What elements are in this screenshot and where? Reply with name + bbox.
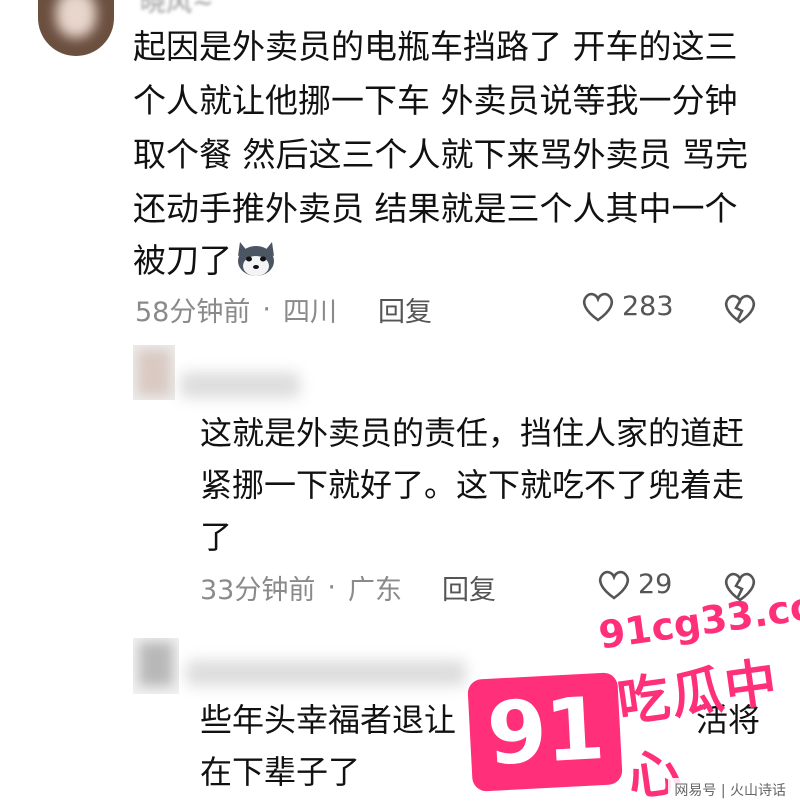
comment-line: 被刀了 (133, 241, 232, 280)
husky-emoji-icon (238, 242, 274, 276)
reply-button[interactable]: 回复 (442, 568, 496, 607)
reply-button[interactable]: 回复 (378, 290, 432, 329)
username[interactable]: 晓风~ (140, 0, 214, 19)
username-blurred (180, 372, 300, 398)
comment-meta: 58分钟前 · 四川 (135, 290, 337, 329)
comment-line: 些年头幸福者退让 (200, 701, 457, 739)
comment-line: 取个餐 然后这三个人就下来骂外卖员 骂完 (133, 135, 748, 174)
like-count: 283 (622, 290, 674, 322)
watermark-logo: 91 (467, 672, 623, 792)
comment-line: 个人就让他挪一下车 外卖员说等我一分钟 (133, 81, 738, 120)
comment-line: 在下辈子了 (200, 753, 361, 791)
heart-icon (582, 292, 614, 322)
broken-heart-icon[interactable] (722, 292, 758, 324)
comment-meta: 33分钟前 · 广东 (200, 568, 402, 607)
watermark-number: 91 (484, 679, 606, 785)
avatar[interactable] (133, 345, 175, 400)
timestamp: 58分钟前 (135, 297, 251, 328)
source-label: 网易号 | 火山诗话 (668, 778, 792, 802)
location: 四川 (282, 297, 337, 328)
like-button[interactable]: 29 (596, 568, 672, 600)
comment-line: 这就是外卖员的责任，挡住人家的道赶 (200, 414, 745, 452)
avatar[interactable] (133, 638, 179, 694)
comment-line: 紧挪一下就好了。这下就吃不了兜着走 (200, 466, 745, 504)
like-count: 29 (638, 568, 673, 600)
comment-line: 起因是外卖员的电瓶车挡路了 开车的这三 (133, 27, 738, 66)
heart-icon (598, 570, 630, 600)
location: 广东 (347, 575, 402, 606)
comment-line: 还动手推外卖员 结果就是三个人其中一个 (133, 189, 738, 228)
comment-line: 了 (200, 518, 233, 556)
timestamp: 33分钟前 (200, 575, 316, 606)
username-blurred (186, 660, 466, 686)
avatar[interactable] (38, 0, 114, 56)
like-button[interactable]: 283 (580, 290, 674, 322)
